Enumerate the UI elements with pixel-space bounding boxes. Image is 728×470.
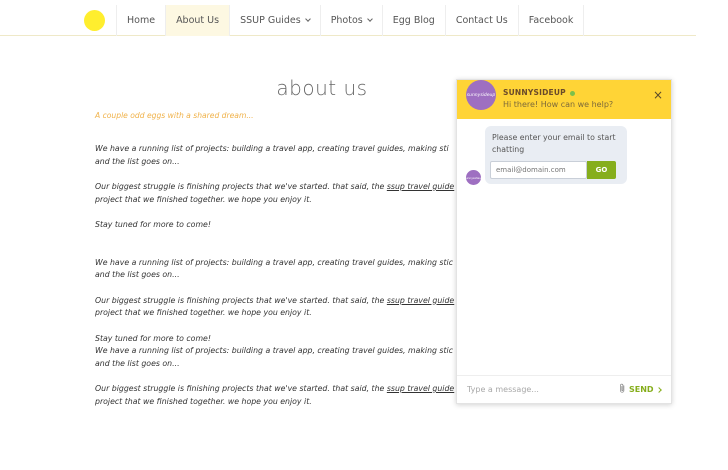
ssup-travel-guide-link[interactable]: ssup travel guide <box>387 296 454 305</box>
chat-greeting: Hi there! How can we help? <box>503 100 614 109</box>
paragraph-line: project that we finished together. we ho… <box>95 194 312 204</box>
paragraph-line: We have a running list of projects: buil… <box>95 257 454 267</box>
paragraph-line: We have a running list of projects: buil… <box>95 346 454 355</box>
chat-composer: Type a message... SEND <box>457 375 671 403</box>
paragraph-line: and the list goes on... <box>95 358 180 368</box>
nav-item-label: Photos <box>330 15 363 26</box>
agent-avatar-small: sunnysideup <box>464 170 483 185</box>
paragraph-line: project that we finished together. we ho… <box>95 308 312 317</box>
chat-avatar: sunnysideup <box>466 80 496 110</box>
paragraph-line: Our biggest struggle is finishing projec… <box>95 182 387 191</box>
nav-item-label: Facebook <box>528 15 574 26</box>
paragraph-line: Stay tuned for more to come! <box>95 333 211 343</box>
paragraph-projects: We have a running list of projects: buil… <box>95 143 457 168</box>
chat-header: sunnysideup SUNNYSIDEUP Hi there! How ca… <box>457 80 671 119</box>
chat-message-bubble: Please enter your email to start chattin… <box>485 126 627 184</box>
nav-item-facebook[interactable]: Facebook <box>519 5 585 36</box>
site-logo[interactable] <box>84 10 105 31</box>
nav-item-photos[interactable]: Photos <box>321 5 383 36</box>
nav-item-home[interactable]: Home <box>117 5 167 36</box>
chat-widget: sunnysideup SUNNYSIDEUP Hi there! How ca… <box>456 79 672 404</box>
send-label: SEND <box>629 385 654 394</box>
chevron-down-icon <box>366 16 373 22</box>
paragraph-line: and the list goes on... <box>95 270 180 279</box>
nav-item-label: Egg Blog <box>392 15 435 26</box>
nav-item-label: About Us <box>176 15 220 26</box>
paragraph-line: Our biggest struggle is finishing projec… <box>95 295 387 305</box>
online-status-icon <box>569 90 575 96</box>
chevron-down-icon <box>304 16 311 22</box>
about-content: We have a running list of projects: buil… <box>95 143 457 423</box>
paragraph-struggle: Our biggest struggle is finishing projec… <box>95 295 457 320</box>
nav-item-egg-blog[interactable]: Egg Blog <box>383 5 446 36</box>
paperclip-icon[interactable] <box>619 383 626 394</box>
nav-menu: Home About Us SSUP Guides Photos Egg Blo… <box>116 5 585 36</box>
chevron-right-icon <box>655 386 662 393</box>
paragraph-line: We have a running list of projects: buil… <box>95 144 449 153</box>
paragraph-line: project that we finished together. we ho… <box>95 396 312 406</box>
ssup-travel-guide-link[interactable]: ssup travel guide <box>387 384 454 393</box>
go-button[interactable]: GO <box>587 161 616 179</box>
nav-item-label: SSUP Guides <box>240 15 301 26</box>
paragraph-stay-tuned: Stay tuned for more to come! We have a ru… <box>95 333 457 371</box>
send-button[interactable]: SEND <box>629 385 662 394</box>
paragraph-struggle: Our biggest struggle is finishing projec… <box>95 383 457 408</box>
chat-agent-name-text: SUNNYSIDEUP <box>503 88 566 97</box>
nav-item-about-us[interactable]: About Us <box>166 5 231 36</box>
email-prompt-text: Please enter your email to start chattin… <box>492 133 616 154</box>
nav-item-label: Home <box>127 15 156 26</box>
paragraph-stay-tuned: Stay tuned for more to come! <box>95 220 211 229</box>
paragraph-projects: We have a running list of projects: buil… <box>95 257 457 282</box>
top-nav: Home About Us SSUP Guides Photos Egg Blo… <box>0 0 696 36</box>
email-input[interactable] <box>490 161 587 179</box>
page-tagline: A couple odd eggs with a shared dream... <box>95 111 254 120</box>
paragraph-struggle: Our biggest struggle is finishing projec… <box>95 181 457 206</box>
page-title: about us <box>276 76 368 100</box>
close-icon[interactable]: × <box>653 89 663 101</box>
paragraph-line: and the list goes on... <box>95 156 180 166</box>
nav-item-label: Contact Us <box>455 15 508 26</box>
message-input[interactable]: Type a message... <box>467 385 539 394</box>
nav-item-ssup-guides[interactable]: SSUP Guides <box>230 5 321 36</box>
ssup-travel-guide-link[interactable]: ssup travel guide <box>387 182 454 191</box>
paragraph-line: Our biggest struggle is finishing projec… <box>95 384 387 393</box>
nav-item-contact-us[interactable]: Contact Us <box>446 5 519 36</box>
chat-agent-name: SUNNYSIDEUP <box>503 88 575 97</box>
